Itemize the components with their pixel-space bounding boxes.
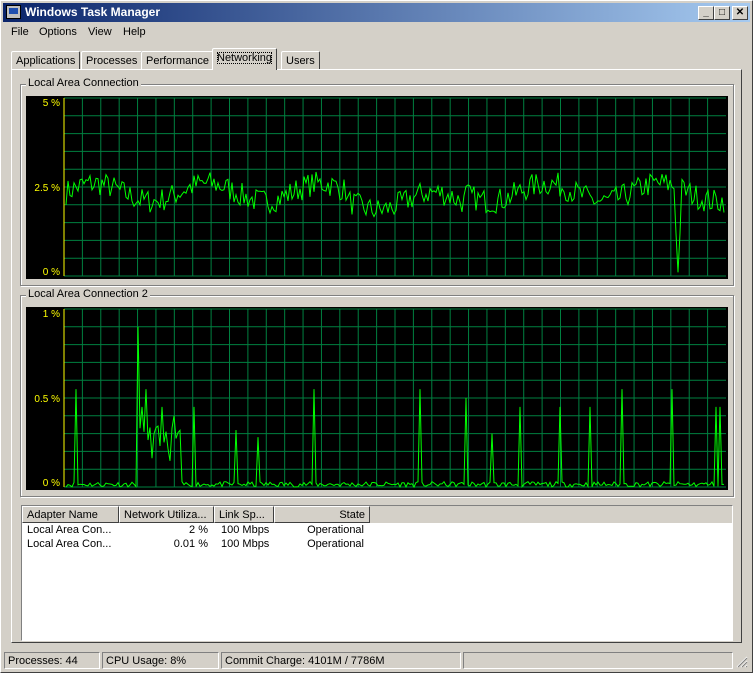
adapter-name: Local Area Con... <box>27 524 112 536</box>
adapter-list-header: Adapter Name Network Utiliza... Link Sp.… <box>22 506 732 523</box>
tab-performance[interactable]: Performance <box>141 51 214 70</box>
menu-file[interactable]: File <box>11 26 29 38</box>
adapter-list[interactable]: Adapter Name Network Utiliza... Link Sp.… <box>21 505 733 641</box>
tab-label: Users <box>286 55 315 67</box>
task-manager-window: Windows Task Manager _ □ ✕ File Options … <box>0 0 753 673</box>
y-tick-label: 0 % <box>43 267 60 278</box>
y-tick-label: 5 % <box>43 98 60 109</box>
adapter-state: Operational <box>307 538 364 550</box>
close-button[interactable]: ✕ <box>732 6 748 20</box>
title-bar[interactable]: Windows Task Manager _ □ ✕ <box>3 3 750 22</box>
graph-title: Local Area Connection 2 <box>26 288 150 300</box>
adapter-name: Local Area Con... <box>27 538 112 550</box>
tab-strip: Applications Processes Performance Netwo… <box>11 48 341 70</box>
adapter-link-speed: 100 Mbps <box>221 524 270 536</box>
tab-networking[interactable]: Networking <box>212 48 278 70</box>
network-graph-lan1: 5 % 2.5 % 0 % <box>26 96 728 279</box>
column-adapter-name[interactable]: Adapter Name <box>22 506 119 523</box>
tab-applications[interactable]: Applications <box>11 51 81 70</box>
status-bar: Processes: 44 CPU Usage: 8% Commit Charg… <box>3 651 750 670</box>
tab-label: Performance <box>146 55 209 67</box>
menu-view[interactable]: View <box>88 26 112 38</box>
graph-canvas: 5 % 2.5 % 0 % <box>34 97 726 278</box>
maximize-button[interactable]: □ <box>714 6 730 20</box>
status-processes: Processes: 44 <box>4 652 100 669</box>
tab-label: Processes <box>86 55 138 67</box>
menu-options[interactable]: Options <box>39 26 77 38</box>
tab-label: Applications <box>16 55 76 67</box>
graph-title: Local Area Connection <box>26 77 141 89</box>
status-cpu-usage: CPU Usage: 8% <box>102 652 219 669</box>
column-state[interactable]: State <box>274 506 370 523</box>
y-tick-label: 0.5 % <box>34 394 60 405</box>
table-row[interactable]: Local Area Con... 2 % 100 Mbps Operation… <box>22 523 382 537</box>
y-tick-label: 2.5 % <box>34 183 60 194</box>
window-title: Windows Task Manager <box>25 5 161 19</box>
menu-bar: File Options View Help <box>3 23 750 42</box>
table-row[interactable]: Local Area Con... 0.01 % 100 Mbps Operat… <box>22 537 382 551</box>
menu-help[interactable]: Help <box>123 26 146 38</box>
task-manager-icon[interactable] <box>6 5 21 19</box>
adapter-link-speed: 100 Mbps <box>221 538 270 550</box>
y-tick-label: 0 % <box>43 478 60 489</box>
adapter-utilization: 0.01 % <box>173 538 208 550</box>
resize-grip-icon[interactable] <box>736 656 748 668</box>
status-empty-pane <box>463 652 733 669</box>
network-graph-lan2: 1 % 0.5 % 0 % <box>26 307 728 490</box>
tab-processes[interactable]: Processes <box>81 51 143 70</box>
tab-users[interactable]: Users <box>281 51 320 70</box>
adapter-state: Operational <box>307 524 364 536</box>
column-link-speed[interactable]: Link Sp... <box>214 506 274 523</box>
tab-label: Networking <box>217 52 273 64</box>
status-commit-charge: Commit Charge: 4101M / 7786M <box>221 652 461 669</box>
y-tick-label: 1 % <box>43 309 60 320</box>
column-network-utilization[interactable]: Network Utiliza... <box>119 506 214 523</box>
adapter-utilization: 2 % <box>189 524 208 536</box>
graph-canvas: 1 % 0.5 % 0 % <box>34 308 726 489</box>
minimize-button[interactable]: _ <box>698 6 714 20</box>
